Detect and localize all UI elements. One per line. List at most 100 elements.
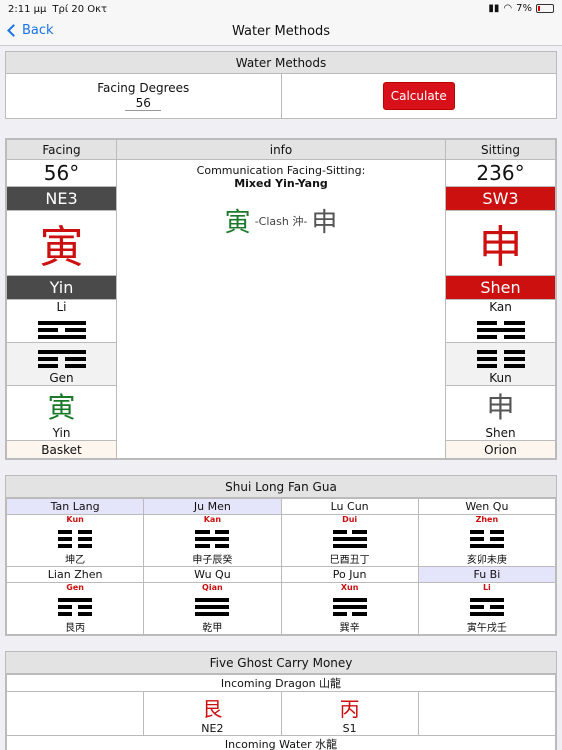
trigram-line [58,530,93,534]
sitting-header: Sitting [445,139,556,160]
xun-trigram-icon [332,598,367,616]
lu-cun-cell: Dui 巳酉丑丁 [280,514,419,567]
shui-long-header: Shui Long Fan Gua [6,476,556,498]
trigram-line [37,364,86,368]
wen-qu-header: Wen Qu [417,498,557,515]
sitting-bottom-trigram-label: Kun [489,371,512,385]
dui-trigram-icon [332,530,367,548]
facing-bottom-trigram: Gen [6,342,117,386]
wen-qu-cell: Zhen 亥卯未庚 [417,514,557,567]
trigram-line [469,598,504,602]
gen-trigram-icon [37,350,86,368]
trigram-line [476,335,525,339]
gen-trigram-icon [58,598,93,616]
five-ghost-header: Five Ghost Carry Money [6,652,556,674]
back-button[interactable]: Back [6,23,54,38]
trigram-line [332,605,367,609]
lian-zhen-chars: 艮丙 [65,623,86,634]
calculate-button[interactable]: Calculate [382,82,455,110]
dui-label: Dui [342,515,358,524]
clash-label: -Clash 沖- [254,214,308,228]
trigram-line [37,350,86,354]
trigram-line [195,605,230,609]
tan-lang-chars: 坤乙 [65,555,86,566]
status-bar: 2:11 μμ Τρί 20 Οκτ ▮▮ ◠ 7% [0,0,562,18]
li-trigram-icon [469,598,504,616]
battery-percent: 7% [516,3,532,14]
trigram-line [476,357,525,361]
facing-sitting-panel: Facing info Sitting 56° Communication Fa… [5,138,557,460]
trigram-line [332,537,367,541]
trigram-line [332,598,367,602]
zhen-label: Zhen [475,515,499,524]
battery-icon [536,4,554,13]
trigram-line [195,612,230,616]
facing-degrees-input[interactable]: 56 [125,96,162,111]
sitting-degrees: 236° [445,159,556,187]
wen-qu-chars: 亥卯未庚 [466,555,507,566]
facing-header: Facing [6,139,117,160]
five-ghost-label-3: S1 [342,721,357,735]
nav-bar: Back Water Methods [0,18,562,46]
xun-label: Xun [340,583,359,592]
lian-zhen-header: Lian Zhen [5,566,145,583]
trigram-line [476,350,525,354]
water-methods-panel: Water Methods Facing Degrees 56 Calculat… [5,51,557,119]
trigram-line [195,530,230,534]
sitting-star: Orion [445,440,556,459]
facing-top-trigram-label: Li [56,300,67,314]
wu-qu-header: Wu Qu [143,566,282,583]
facing-bottom-trigram-label: Gen [49,371,74,385]
trigram-line [58,544,93,548]
back-label: Back [22,23,54,38]
facing-star: Basket [6,440,117,459]
page-title: Water Methods [231,24,331,39]
trigram-line [58,605,93,609]
info-subtitle: Mixed Yin-Yang [234,177,328,190]
qian-label: Qian [202,583,223,592]
sitting-polarity: Shen [445,275,556,300]
trigram-line [195,537,230,541]
facing-sector: NE3 [6,186,117,211]
ju-men-cell: Kan 申子辰癸 [143,514,282,567]
trigram-line [469,612,504,616]
fu-bi-cell: Li 寅午戌壬 [417,582,557,635]
sitting-small-label: Shen [485,426,516,440]
chevron-left-icon [7,24,20,37]
info-cell: Communication Facing-Sitting: Mixed Yin-… [116,159,446,459]
clash-char-sitting: 申 [311,208,338,238]
facing-degrees-label: Facing Degrees [97,81,190,95]
po-jun-cell: Xun 巽辛 [280,582,419,635]
sitting-sector: SW3 [445,186,556,211]
clash-char-facing: 寅 [224,208,251,238]
trigram-line [469,537,504,541]
trigram-line [332,612,367,616]
trigram-line [469,605,504,609]
facing-degrees: 56° [6,159,117,187]
five-ghost-char-2: 艮 [202,696,223,721]
ju-men-chars: 申子辰癸 [192,555,233,566]
trigram-line [37,357,86,361]
kun-trigram-icon [476,350,525,368]
status-time: 2:11 μμ [8,3,47,15]
trigram-line [332,530,367,534]
wifi-icon: ◠ [503,3,513,14]
facing-polarity: Yin [6,275,117,300]
sitting-top-trigram: Kan [445,299,556,343]
facing-small-branch: 寅 Yin [6,385,117,441]
trigram-line [37,335,86,339]
wu-qu-cell: Qian 乾甲 [143,582,282,635]
trigram-line [58,598,93,602]
trigram-line [469,530,504,534]
five-ghost-cell-4 [417,691,557,736]
water-methods-header: Water Methods [6,52,556,74]
five-ghost-cell-1 [5,691,145,736]
facing-top-trigram: Li [6,299,117,343]
info-title: Communication Facing-Sitting: [196,164,366,177]
qian-trigram-icon [195,598,230,616]
kan-trigram-icon [195,530,230,548]
five-ghost-panel: Five Ghost Carry Money Incoming Dragon 山… [5,651,557,750]
facing-branch-char: 寅 [6,210,117,276]
kan-trigram-icon [476,321,525,339]
five-ghost-cell-2: 艮 NE2 [143,691,282,736]
